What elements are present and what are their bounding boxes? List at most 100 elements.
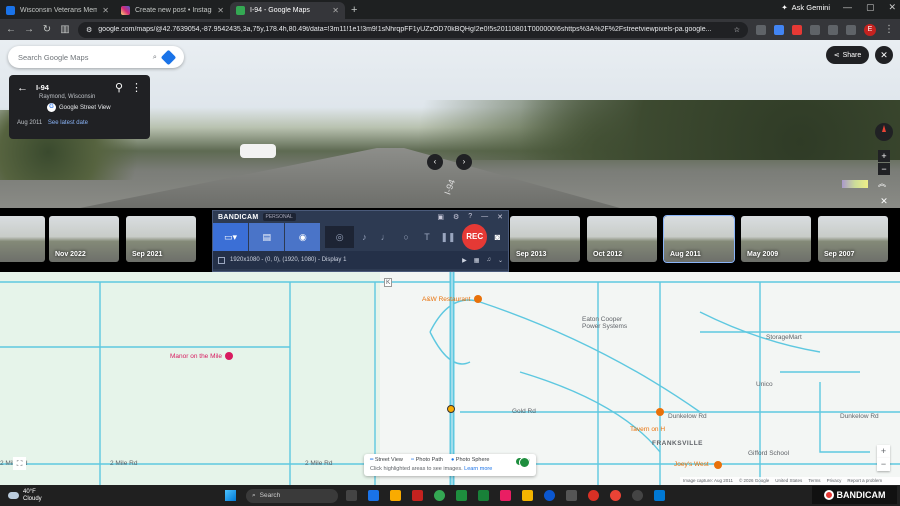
compass-icon[interactable] (875, 123, 893, 141)
sidepanel-icon[interactable]: ▥ (60, 24, 70, 35)
close-icon[interactable]: ✕ (217, 6, 224, 15)
see-latest-link[interactable]: See latest date (48, 120, 88, 126)
speaker-icon[interactable]: ♪ (354, 232, 375, 242)
video-icon[interactable]: ▶ (462, 257, 467, 264)
folder-icon[interactable]: ▣ (437, 213, 444, 221)
timeline-thumb-selected[interactable]: Aug 2011 (663, 215, 735, 263)
app-icon[interactable] (412, 490, 423, 501)
close-timeline-icon[interactable]: ✕ (878, 196, 890, 208)
menu-icon[interactable]: ⋮ (884, 24, 894, 35)
timeline-thumb[interactable]: May 2009 (741, 216, 811, 262)
learn-more-link[interactable]: Learn more (464, 466, 492, 472)
checkbox[interactable] (218, 256, 225, 264)
minimize-icon[interactable]: — (481, 213, 488, 221)
game-mode-button[interactable]: ◉ (285, 223, 322, 251)
tab-1[interactable]: Create new post • Instagram ✕ (115, 2, 230, 19)
directions-icon[interactable] (160, 49, 177, 65)
timeline-thumb[interactable]: Sep 2021 (126, 216, 196, 262)
settings-icon[interactable]: ⚙ (453, 213, 459, 221)
app-icon[interactable] (390, 490, 401, 501)
minimize-icon[interactable]: — (843, 2, 852, 13)
close-icon[interactable]: ✕ (497, 213, 503, 221)
image-icon[interactable]: ▦ (474, 257, 480, 264)
extension-icon[interactable] (756, 24, 766, 35)
search-input[interactable]: Search Google Maps ⌕ (8, 46, 184, 68)
chevron-down-icon[interactable]: ⌄ (498, 257, 503, 264)
record-icon[interactable] (588, 490, 599, 501)
extension-icon[interactable] (774, 24, 784, 35)
edge-icon[interactable] (544, 490, 555, 501)
extension-icon[interactable] (792, 24, 802, 35)
poi-label[interactable]: StorageMart (766, 334, 802, 341)
more-icon[interactable]: ⋮ (131, 81, 142, 94)
maximize-icon[interactable]: ▢ (866, 2, 875, 13)
poi-label[interactable]: Joey's West (674, 461, 709, 468)
close-icon[interactable]: ✕ (102, 6, 109, 15)
search-icon[interactable]: ⌕ (153, 52, 157, 62)
tab-2[interactable]: I-94 - Google Maps ✕ (230, 2, 345, 19)
new-tab-button[interactable]: + (345, 2, 363, 19)
camera-icon[interactable]: ◙ (487, 232, 508, 242)
map-zoom-in-button[interactable]: + (877, 445, 890, 458)
media-icon[interactable] (632, 490, 643, 501)
close-street-view-button[interactable]: ✕ (875, 46, 893, 64)
pin-icon[interactable]: ⚲ (115, 81, 123, 94)
close-icon[interactable]: ✕ (332, 6, 339, 15)
zoom-out-button[interactable]: − (878, 163, 890, 175)
mic2-icon[interactable]: ○ (396, 232, 417, 242)
record-button[interactable]: REC (462, 224, 488, 250)
poi-label[interactable]: Gifford School (748, 450, 789, 457)
restaurant-icon[interactable] (474, 295, 482, 303)
screen-mode-button[interactable]: ▭▾ (213, 223, 250, 251)
reload-icon[interactable]: ↻ (42, 24, 52, 35)
attribution-item[interactable]: Privacy (827, 478, 842, 484)
folder-icon[interactable] (522, 490, 533, 501)
attribution-item[interactable]: United States (775, 478, 802, 484)
restaurant-icon[interactable] (714, 461, 722, 469)
timeline-thumb[interactable] (0, 216, 45, 262)
device-mode-button[interactable]: ▤ (249, 223, 286, 251)
expand-up-icon[interactable]: ︽ (878, 178, 886, 189)
back-icon[interactable]: ← (6, 24, 16, 35)
start-button[interactable] (225, 490, 236, 501)
task-view-icon[interactable] (346, 490, 357, 501)
ask-gemini-button[interactable]: ✦ Ask Gemini (781, 3, 830, 12)
app-icon[interactable] (368, 490, 379, 501)
app-icon[interactable] (456, 490, 467, 501)
shield-icon[interactable] (654, 490, 665, 501)
download-icon[interactable] (846, 24, 856, 35)
timeline-thumb[interactable]: Sep 2007 (818, 216, 888, 262)
attribution-item[interactable]: Report a problem (847, 478, 882, 484)
chrome-icon[interactable] (610, 490, 621, 501)
fullscreen-button[interactable]: ⛶ (13, 457, 26, 470)
weather-widget[interactable]: 40°F Cloudy (0, 489, 200, 503)
poi-label[interactable]: Unico (756, 381, 773, 388)
previous-arrow-button[interactable]: ‹ (427, 154, 443, 170)
timeline-thumb[interactable]: Sep 2013 (510, 216, 580, 262)
poi-label[interactable]: Manor on the Mile (170, 353, 222, 360)
bookmark-star-icon[interactable]: ☆ (734, 26, 740, 34)
share-button[interactable]: ⋖ Share (826, 46, 869, 64)
chrome-icon[interactable] (434, 490, 445, 501)
poi-label[interactable]: A&W Restaurant (422, 296, 470, 303)
restaurant-icon[interactable] (656, 408, 664, 416)
site-info-icon[interactable]: ⚙ (86, 26, 92, 34)
poi-label[interactable]: Tavern on H (630, 426, 665, 433)
address-bar[interactable]: ⚙ google.com/maps/@42.7639054,-87.954243… (78, 21, 748, 38)
street-view-toggle[interactable] (516, 457, 530, 468)
text-icon[interactable]: T (417, 232, 438, 242)
timeline-thumb[interactable]: Oct 2012 (587, 216, 657, 262)
layer-thumbnail[interactable] (842, 180, 868, 188)
webcam-icon[interactable]: ◎ (325, 226, 354, 248)
tab-0[interactable]: Wisconsin Veterans Mem Hwy ✕ (0, 2, 115, 19)
app-icon[interactable] (566, 490, 577, 501)
puzzle-icon[interactable] (828, 24, 838, 35)
extension-icon[interactable] (810, 24, 820, 35)
profile-avatar[interactable]: E (864, 23, 876, 36)
hotel-icon[interactable] (225, 352, 233, 360)
forward-icon[interactable]: → (24, 24, 34, 35)
poi-label[interactable]: Eaton Cooper Power Systems (582, 316, 642, 330)
timeline-thumb[interactable]: Nov 2022 (49, 216, 119, 262)
taskbar-search[interactable]: ⌕ Search (246, 488, 338, 503)
help-icon[interactable]: ? (468, 213, 472, 221)
